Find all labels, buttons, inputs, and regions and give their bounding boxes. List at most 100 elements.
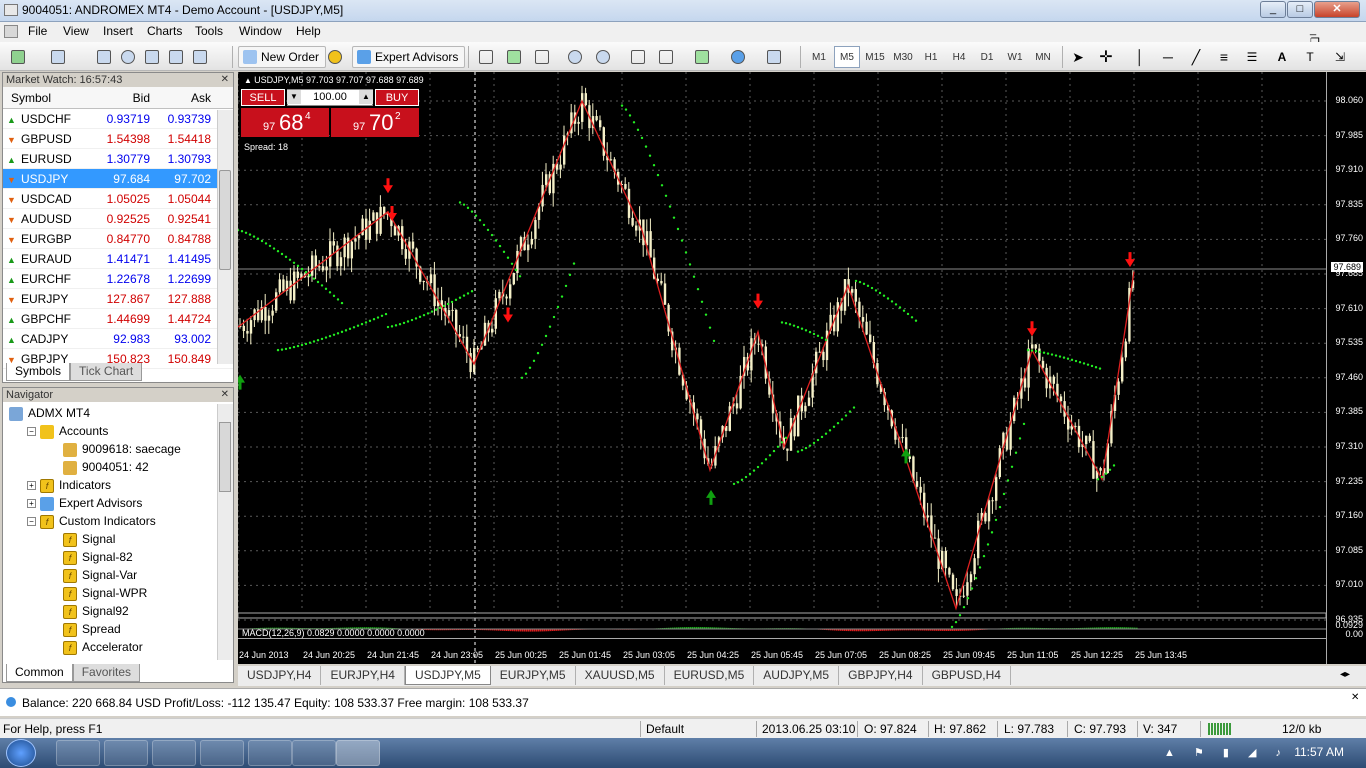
col-ask[interactable]: Ask <box>154 87 215 108</box>
candlestick-icon[interactable] <box>504 46 524 68</box>
timeframe-m15[interactable]: M15 <box>862 46 888 68</box>
text-icon[interactable]: A <box>1272 46 1292 68</box>
close-icon[interactable]: ✕ <box>221 388 229 402</box>
col-symbol[interactable]: Symbol <box>3 87 93 108</box>
navigator-item[interactable]: f Accelerator <box>3 638 233 656</box>
timeframe-m5[interactable]: M5 <box>834 46 860 68</box>
taskbar-clock[interactable]: 11:57 AM <box>1294 745 1344 759</box>
cursor-icon[interactable]: ➤ <box>1068 46 1088 68</box>
expand-icon[interactable]: + <box>27 481 36 491</box>
navigator-item[interactable]: − f Custom Indicators <box>3 512 233 530</box>
navigator-item[interactable]: + f Indicators <box>3 476 233 494</box>
tab-tick-chart[interactable]: Tick Chart <box>70 363 143 381</box>
navigator-scrollbar[interactable] <box>217 404 233 660</box>
buy-button[interactable]: BUY <box>375 89 419 106</box>
chart-tab[interactable]: AUDJPY,M5 <box>754 666 840 685</box>
col-bid[interactable]: Bid <box>93 87 154 108</box>
bar-chart-icon[interactable] <box>476 46 496 68</box>
chart-window[interactable]: 98.060 97.985 97.910 97.835 97.760 97.685 97.6… <box>238 72 1366 664</box>
menu-file[interactable]: File <box>28 24 47 38</box>
notepad-taskbar-icon[interactable] <box>292 740 336 766</box>
trendline-icon[interactable]: ╱ <box>1186 46 1206 68</box>
timeframe-h4[interactable]: H4 <box>946 46 972 68</box>
market-watch-row[interactable]: ▲ CADJPY 92.983 93.002 <box>3 329 233 349</box>
market-watch-scrollbar[interactable] <box>217 110 233 364</box>
zoom-in-icon[interactable] <box>565 46 585 68</box>
menu-charts[interactable]: Charts <box>147 24 182 38</box>
data-window-icon[interactable] <box>118 46 138 68</box>
indicators-icon[interactable] <box>692 46 712 68</box>
scroll-thumb[interactable] <box>219 422 231 492</box>
navigator-item[interactable]: f Signal <box>3 530 233 548</box>
market-watch-row[interactable]: ▲ USDCHF 0.93719 0.93739 <box>3 109 233 129</box>
market-watch-row[interactable]: ▲ EURCHF 1.22678 1.22699 <box>3 269 233 289</box>
market-watch-row[interactable]: ▼ AUDUSD 0.92525 0.92541 <box>3 209 233 229</box>
chart-shift-icon[interactable] <box>656 46 676 68</box>
chart-tab[interactable]: EURJPY,H4 <box>321 666 405 685</box>
lot-decrease-button[interactable]: ▼ <box>287 90 301 104</box>
chart-tab[interactable]: EURJPY,M5 <box>491 666 576 685</box>
mt4-taskbar-icon[interactable] <box>336 740 380 766</box>
app-taskbar-icon[interactable] <box>104 740 148 766</box>
market-watch-row[interactable]: ▼ USDCAD 1.05025 1.05044 <box>3 189 233 209</box>
terminal-icon[interactable] <box>166 46 186 68</box>
market-watch-row[interactable]: ▲ EURUSD 1.30779 1.30793 <box>3 149 233 169</box>
navigator-item[interactable]: f Signal-WPR <box>3 584 233 602</box>
market-watch-row[interactable]: ▼ EURGBP 0.84770 0.84788 <box>3 229 233 249</box>
vertical-line-icon[interactable]: │ <box>1130 46 1150 68</box>
navigator-item[interactable]: f Signal-Var <box>3 566 233 584</box>
timeframe-d1[interactable]: D1 <box>974 46 1000 68</box>
chart-tab[interactable]: XAUUSD,M5 <box>576 666 665 685</box>
market-watch-row[interactable]: ▼ GBPUSD 1.54398 1.54418 <box>3 129 233 149</box>
market-watch-row[interactable]: ▲ EURAUD 1.41471 1.41495 <box>3 249 233 269</box>
scroll-thumb[interactable] <box>219 170 231 270</box>
menu-window[interactable]: Window <box>239 24 282 38</box>
navigator-item[interactable]: f Signal-82 <box>3 548 233 566</box>
line-chart-icon[interactable] <box>532 46 552 68</box>
media-taskbar-icon[interactable] <box>200 740 244 766</box>
explorer-taskbar-icon[interactable] <box>248 740 292 766</box>
terminal-close-icon[interactable]: ✕ <box>1351 692 1359 703</box>
chart-tab[interactable]: GBPUSD,H4 <box>923 666 1011 685</box>
text-label-icon[interactable]: T <box>1300 46 1320 68</box>
chart-tab[interactable]: EURUSD,M5 <box>665 666 755 685</box>
sell-price-box[interactable]: 97 68 4 <box>241 108 329 137</box>
crosshair-icon[interactable]: ✛ <box>1096 46 1116 68</box>
market-watch-icon[interactable] <box>94 46 114 68</box>
timeframe-w1[interactable]: W1 <box>1002 46 1028 68</box>
channel-icon[interactable]: ≡ <box>1214 46 1234 68</box>
navigator-item[interactable]: f Spread <box>3 620 233 638</box>
fibonacci-icon[interactable]: ☰ <box>1242 46 1262 68</box>
new-chart-icon[interactable] <box>8 46 28 68</box>
close-button[interactable]: ✕ <box>1314 1 1360 18</box>
market-watch-row[interactable]: ▼ EURJPY 127.867 127.888 <box>3 289 233 309</box>
periodicity-icon[interactable] <box>728 46 748 68</box>
menu-help[interactable]: Help <box>296 24 321 38</box>
chart-tab[interactable]: GBPJPY,H4 <box>839 666 923 685</box>
document-icon[interactable] <box>4 25 18 38</box>
arrows-icon[interactable]: ⇲ <box>1330 46 1350 68</box>
new-order-button[interactable]: New Order <box>238 46 327 68</box>
tabs-scroll-arrows[interactable]: ◂▸ <box>1340 669 1350 680</box>
ie-taskbar-icon[interactable] <box>56 740 100 766</box>
tab-favorites[interactable]: Favorites <box>72 664 141 682</box>
market-watch-row[interactable]: ▲ GBPCHF 1.44699 1.44724 <box>3 309 233 329</box>
expert-advisors-button[interactable]: Expert Advisors <box>352 46 466 68</box>
start-button[interactable] <box>6 739 36 767</box>
buy-price-box[interactable]: 97 70 2 <box>331 108 419 137</box>
minimize-button[interactable]: _ <box>1260 1 1286 18</box>
timeframe-m30[interactable]: M30 <box>890 46 916 68</box>
autoscroll-icon[interactable] <box>628 46 648 68</box>
collapse-icon[interactable]: − <box>27 427 36 437</box>
navigator-icon[interactable] <box>142 46 162 68</box>
navigator-item[interactable]: 9004051: 42 <box>3 458 233 476</box>
price-chart[interactable] <box>238 72 1326 664</box>
tab-common[interactable]: Common <box>6 664 73 682</box>
navigator-item[interactable]: f Signal92 <box>3 602 233 620</box>
navigator-item[interactable]: + Expert Advisors <box>3 494 233 512</box>
menu-insert[interactable]: Insert <box>103 24 133 38</box>
menu-view[interactable]: View <box>63 24 89 38</box>
navigator-item[interactable]: − Accounts <box>3 422 233 440</box>
strategy-tester-icon[interactable] <box>190 46 210 68</box>
zoom-out-icon[interactable] <box>593 46 613 68</box>
